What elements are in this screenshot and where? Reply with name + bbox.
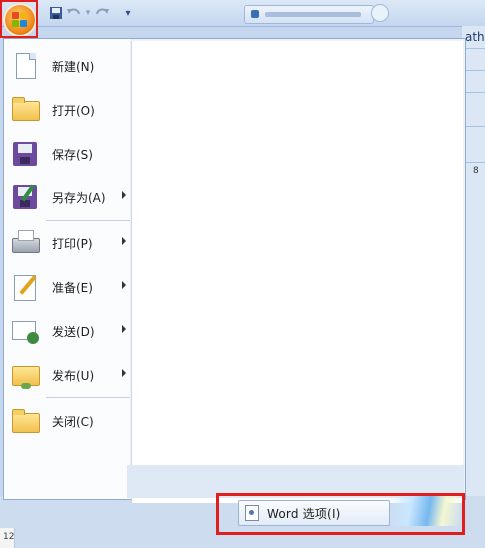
title-bar: ▾ ▾ (0, 0, 485, 27)
customize-dropdown-icon[interactable]: ▾ (119, 4, 137, 22)
menu-item-new[interactable]: 新建(N) (8, 46, 130, 86)
document-title-blur (265, 12, 361, 17)
menu-item-save-as[interactable]: 另存为(A) (8, 177, 130, 217)
menu-item-label: 新建(N) (52, 59, 95, 74)
menu-item-send[interactable]: 发送(D) (8, 311, 130, 351)
printer-icon (10, 228, 40, 258)
menu-divider (46, 397, 130, 398)
vertical-ruler: 12 (0, 528, 15, 548)
save-icon[interactable] (47, 4, 65, 22)
open-folder-icon (10, 95, 40, 125)
ruler-number: 8 (473, 166, 479, 176)
menu-item-label: 另存为(A) (52, 190, 106, 205)
recent-documents-pane (131, 41, 463, 503)
document-tab[interactable] (244, 5, 374, 24)
prepare-icon (10, 272, 40, 302)
submenu-arrow-icon (122, 191, 126, 199)
submenu-arrow-icon (122, 281, 126, 289)
save-as-icon (10, 182, 40, 212)
help-circle-icon[interactable] (371, 4, 389, 22)
undo-icon[interactable] (65, 4, 83, 22)
quick-access-toolbar: ▾ ▾ (47, 4, 137, 22)
ribbon-peek-text: ath (465, 30, 485, 44)
menu-item-print[interactable]: 打印(P) (8, 223, 130, 263)
save-disk-icon (10, 139, 40, 169)
undo-dropdown-icon[interactable]: ▾ (83, 4, 93, 22)
highlight-box-word-options (216, 493, 465, 535)
submenu-arrow-icon (122, 237, 126, 245)
submenu-arrow-icon (122, 369, 126, 377)
publish-icon (10, 360, 40, 390)
menu-divider (46, 220, 130, 221)
menu-item-open[interactable]: 打开(O) (8, 90, 130, 130)
menu-item-label: 发布(U) (52, 368, 95, 383)
menu-item-label: 关闭(C) (52, 414, 94, 429)
menu-item-label: 发送(D) (52, 324, 95, 339)
menu-item-label: 打开(O) (52, 103, 95, 118)
redo-icon[interactable] (93, 4, 111, 22)
document-icon (251, 10, 259, 18)
submenu-arrow-icon (122, 325, 126, 333)
menu-item-prepare[interactable]: 准备(E) (8, 267, 130, 307)
menu-item-label: 打印(P) (52, 236, 93, 251)
menu-item-publish[interactable]: 发布(U) (8, 355, 130, 395)
highlight-box-office-button (0, 0, 38, 38)
office-menu: 新建(N) 打开(O) 保存(S) 另存为(A) 打印(P) 准备(E) 发送(… (3, 38, 466, 503)
menu-item-label: 保存(S) (52, 147, 93, 162)
send-icon (10, 316, 40, 346)
new-document-icon (10, 51, 40, 81)
menu-item-save[interactable]: 保存(S) (8, 134, 130, 174)
side-ruler-number: 12 (3, 532, 15, 542)
menu-item-label: 准备(E) (52, 280, 93, 295)
menu-commands: 新建(N) 打开(O) 保存(S) 另存为(A) 打印(P) 准备(E) 发送(… (4, 39, 130, 499)
close-folder-icon (10, 406, 40, 436)
menu-item-close[interactable]: 关闭(C) (8, 401, 130, 441)
